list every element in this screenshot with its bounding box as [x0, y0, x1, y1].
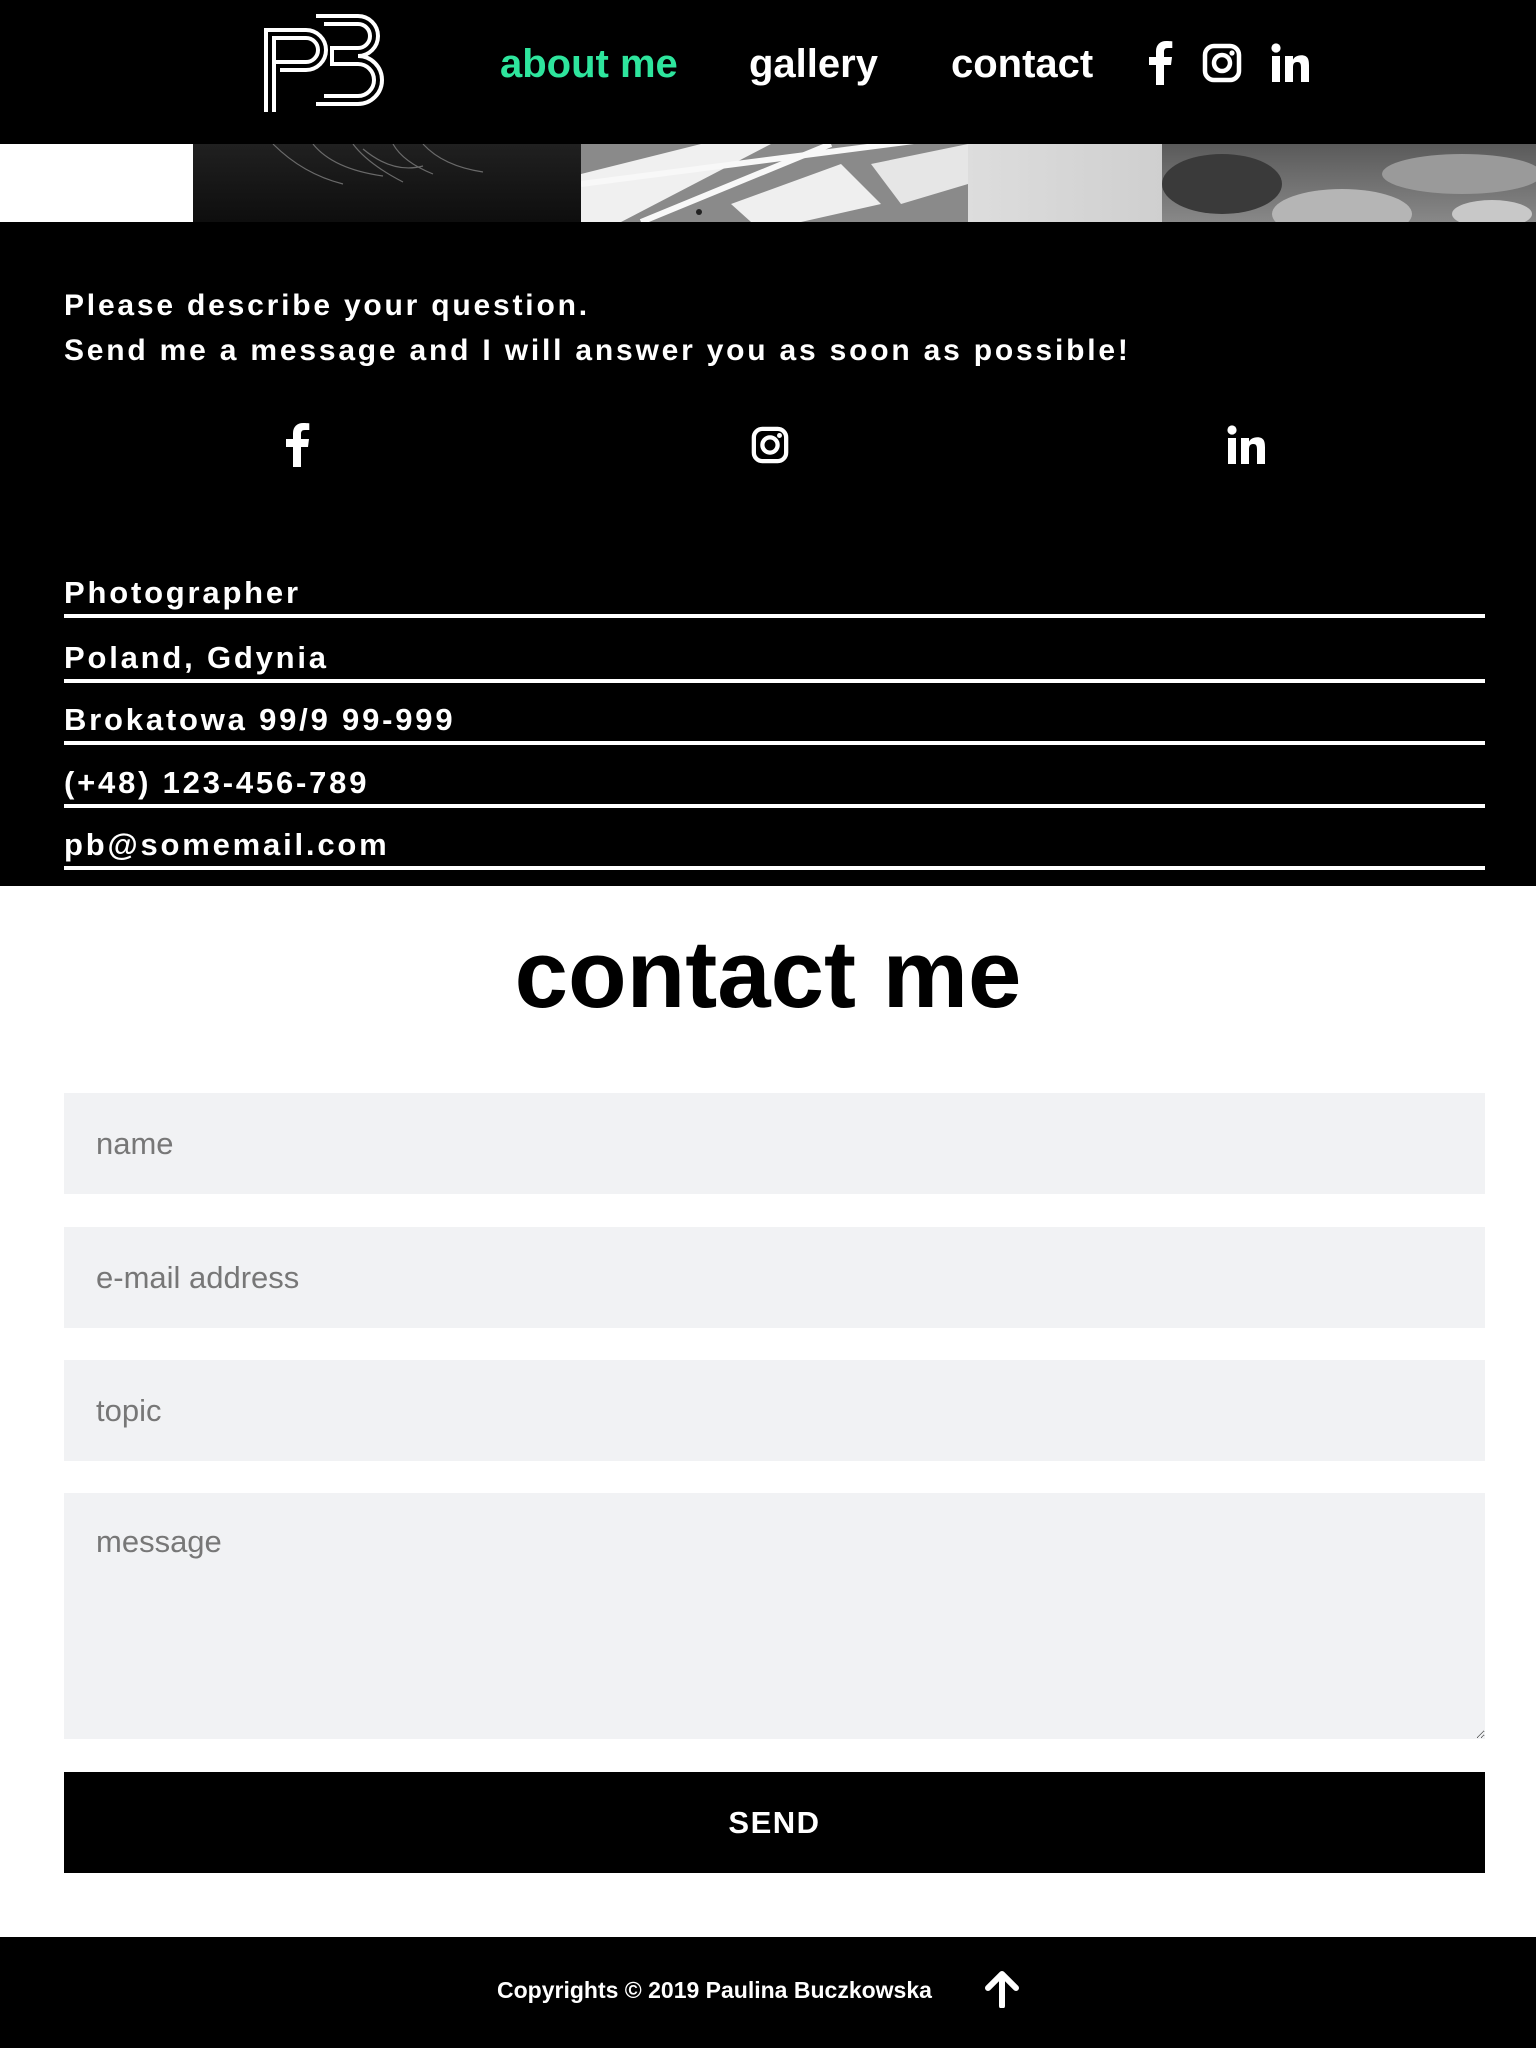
- send-button[interactable]: SEND: [64, 1772, 1485, 1873]
- nav-contact[interactable]: contact: [951, 40, 1093, 88]
- intro-text-line-1: Please describe your question.: [64, 289, 590, 322]
- email-input[interactable]: [64, 1227, 1485, 1328]
- gallery-tile[interactable]: [968, 144, 1162, 222]
- info-email[interactable]: pb@somemail.com: [64, 826, 389, 864]
- linkedin-icon[interactable]: [1268, 38, 1312, 88]
- nav-about-me[interactable]: about me: [500, 40, 678, 88]
- info-row-address: Brokatowa 99/9 99-999: [64, 695, 1485, 745]
- copyright-text: Copyrights © 2019 Paulina Buczkowska: [497, 1977, 932, 2003]
- contact-info-section: Please describe your question. Send me a…: [0, 222, 1536, 886]
- gallery-tile[interactable]: [581, 144, 968, 222]
- facebook-icon[interactable]: [272, 420, 322, 470]
- message-textarea[interactable]: [64, 1493, 1485, 1739]
- intro-text-line-2: Send me a message and I will answer you …: [64, 334, 1131, 367]
- instagram-icon[interactable]: [745, 420, 795, 470]
- gallery-strip: [0, 144, 1536, 222]
- topic-input[interactable]: [64, 1360, 1485, 1461]
- arrow-up-icon[interactable]: [980, 1967, 1024, 2011]
- top-navigation-bar: about me gallery contact: [0, 0, 1536, 144]
- nav-gallery[interactable]: gallery: [749, 40, 878, 88]
- contact-title: contact me: [514, 921, 1022, 1028]
- info-row-phone: (+48) 123-456-789: [64, 758, 1485, 808]
- linkedin-icon[interactable]: [1221, 420, 1271, 470]
- gallery-tile[interactable]: [0, 144, 193, 222]
- gallery-tile[interactable]: [193, 144, 581, 222]
- info-row-location: Poland, Gdynia: [64, 633, 1485, 683]
- footer: Copyrights © 2019 Paulina Buczkowska: [0, 1937, 1536, 2048]
- gallery-tile[interactable]: [1162, 144, 1536, 222]
- name-input[interactable]: [64, 1093, 1485, 1194]
- instagram-icon[interactable]: [1200, 38, 1244, 88]
- info-location: Poland, Gdynia: [64, 640, 329, 675]
- info-row-profession: Photographer: [64, 568, 1485, 618]
- facebook-icon[interactable]: [1138, 38, 1182, 88]
- info-phone[interactable]: (+48) 123-456-789: [64, 764, 369, 802]
- info-profession: Photographer: [64, 575, 301, 610]
- info-address: Brokatowa 99/9 99-999: [64, 702, 456, 737]
- pb-logo[interactable]: [262, 12, 396, 114]
- info-row-email: pb@somemail.com: [64, 820, 1485, 870]
